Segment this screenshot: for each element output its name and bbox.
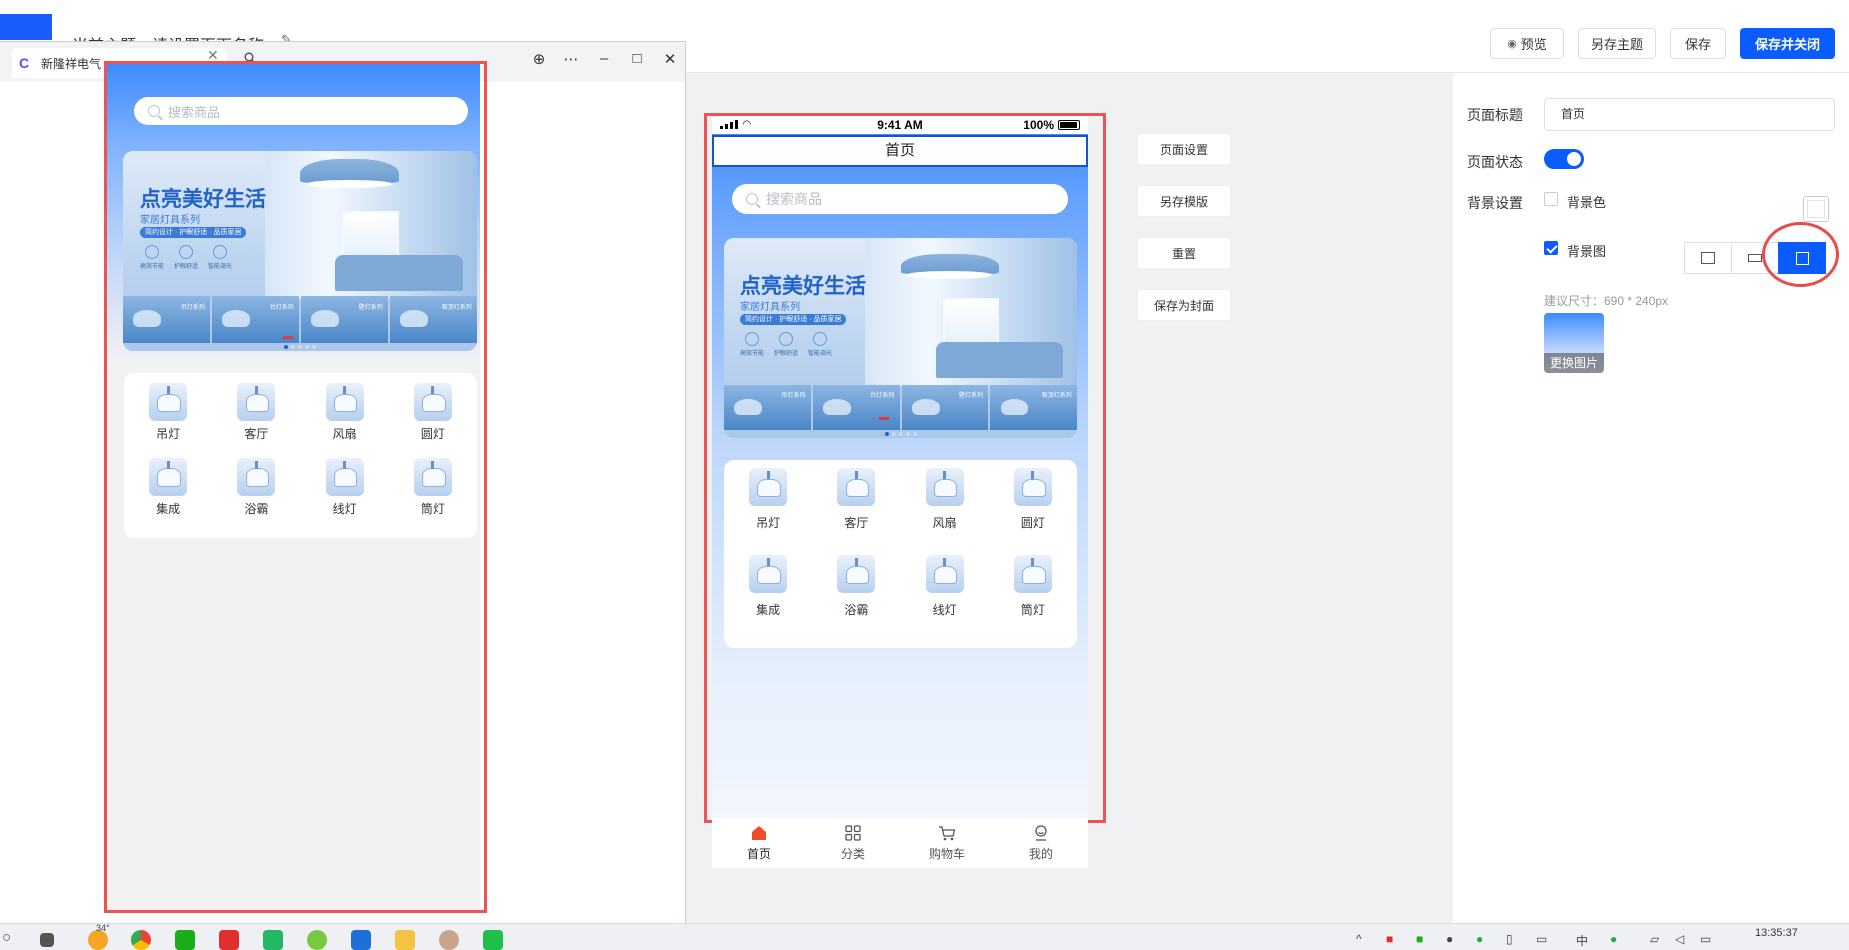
weather-icon[interactable] [88,930,108,950]
task-view-icon[interactable] [40,933,54,947]
app-icon[interactable] [439,930,459,950]
page-settings-button[interactable]: 页面设置 [1137,133,1231,165]
network-icon[interactable]: ▱ [1650,932,1659,946]
site-favicon-icon: C [19,55,30,71]
chrome-icon[interactable] [131,930,151,950]
reset-button[interactable]: 重置 [1137,237,1231,269]
browser-tab-title: 新隆祥电气 [41,56,102,71]
bg-color-label: 背景色 [1567,195,1607,210]
tray-wechat-icon[interactable]: ■ [1416,932,1423,946]
square-icon [1701,252,1715,264]
close-icon[interactable]: ✕ [660,50,680,68]
app-icon[interactable] [307,930,327,950]
properties-panel: 页面标题 首页 页面状态 背景设置 背景色 背景图 建议尺寸：690 * 240… [1453,73,1849,923]
search-icon[interactable]: ○ [2,929,11,946]
folder-icon[interactable] [395,930,415,950]
grid-icon [845,825,861,841]
bg-image-thumbnail[interactable]: 更换图片 [1544,313,1604,373]
tray-app-icon[interactable]: ● [1476,932,1483,946]
tab-home[interactable]: 首页 [712,818,806,868]
cart-icon [939,826,956,841]
replace-image-button[interactable]: 更换图片 [1544,353,1604,373]
bottom-tabbar: 首页 分类 购物车 我的 [712,818,1088,868]
keyboard-icon[interactable]: ▭ [1536,932,1547,946]
page-status-label: 页面状态 [1467,154,1523,170]
app-icon[interactable] [483,930,503,950]
tray-app-icon[interactable]: ● [1446,932,1453,946]
app-icon[interactable] [263,930,283,950]
bg-image-label: 背景图 [1567,244,1607,259]
annotation-circle [1762,222,1839,287]
page-title-label: 页面标题 [1467,107,1523,123]
page-title-input[interactable]: 首页 [1544,98,1835,131]
annotation-box-phone [704,113,1106,823]
os-taskbar: ○ 34° ^ ■ ■ ● ● ▯ ▭ 中 ● ▱ ◁ ▭ 13:35:37 [0,923,1849,950]
bg-image-checkbox[interactable] [1544,241,1558,255]
tray-app-icon[interactable]: ● [1610,932,1617,946]
tab-category[interactable]: 分类 [806,818,900,868]
eye-icon: ◉ [1507,38,1517,50]
bg-color-checkbox[interactable] [1544,192,1558,206]
fill-mode-original[interactable] [1684,242,1732,274]
tab-mine[interactable]: 我的 [994,818,1088,868]
tray-app-icon[interactable]: ■ [1386,932,1393,946]
app-logo [0,14,52,40]
user-icon [1035,825,1047,841]
annotation-box-browser [104,61,487,913]
battery-icon[interactable]: ▭ [1700,932,1711,946]
bg-color-picker[interactable] [1803,196,1829,222]
usb-icon[interactable]: ▯ [1506,932,1513,946]
repeat-icon [1748,254,1762,262]
clock: 13:35:37 [1755,927,1798,939]
volume-icon[interactable]: ◁ [1675,932,1684,946]
ime-indicator[interactable]: 中 [1576,932,1588,949]
wechat-icon[interactable] [175,930,195,950]
minimize-icon[interactable]: – [594,50,614,67]
globe-icon[interactable]: ⊕ [529,50,549,68]
save-as-cover-button[interactable]: 保存为封面 [1137,289,1231,321]
bg-settings-label: 背景设置 [1467,195,1523,211]
save-close-button[interactable]: 保存并关闭 [1740,28,1835,59]
save-button[interactable]: 保存 [1670,28,1726,59]
page-status-toggle[interactable] [1544,149,1584,169]
weather-temp: 34° [96,923,110,933]
tray-arrow-icon[interactable]: ^ [1356,932,1362,946]
size-hint: 建议尺寸：690 * 240px [1544,294,1669,308]
app-icon[interactable] [351,930,371,950]
more-icon[interactable]: ⋯ [561,50,581,68]
home-icon [752,826,766,840]
save-as-template-button[interactable]: 另存模版 [1137,185,1231,217]
maximize-icon[interactable]: □ [627,50,647,67]
save-as-theme-button[interactable]: 另存主题 [1578,28,1656,59]
preview-button[interactable]: ◉ 预览 [1490,28,1564,59]
wps-icon[interactable] [219,930,239,950]
tab-cart[interactable]: 购物车 [900,818,994,868]
